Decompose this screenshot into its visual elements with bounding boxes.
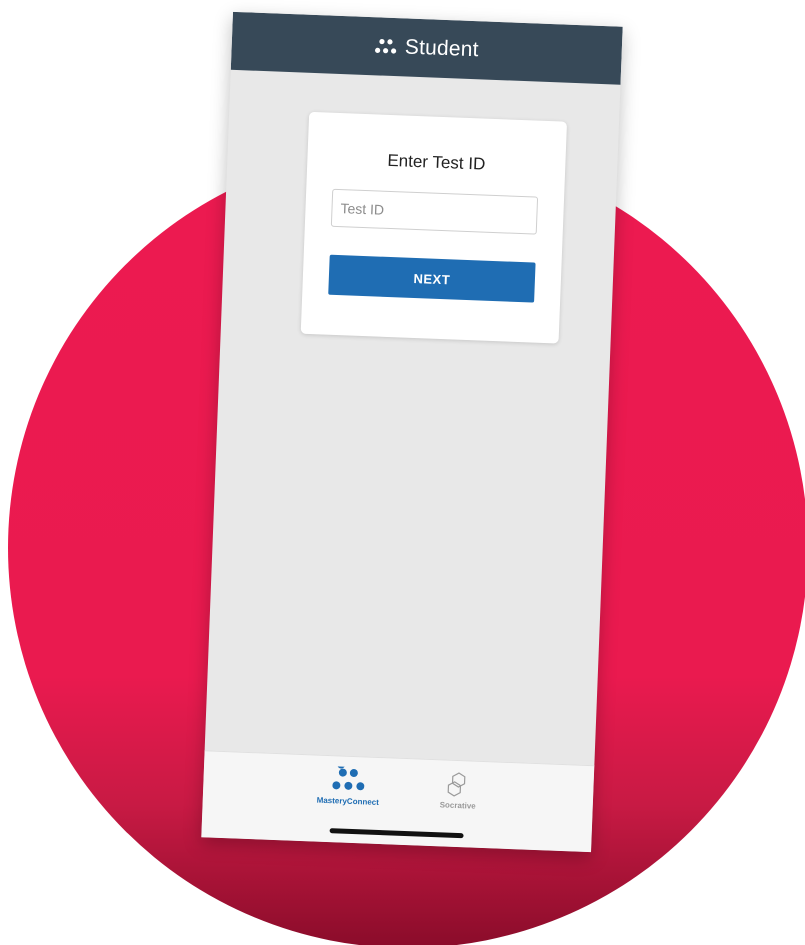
app-title: Student (404, 35, 480, 62)
home-indicator[interactable] (329, 828, 464, 839)
test-id-card: Enter Test ID NEXT (300, 111, 568, 344)
stage: Student Enter Test ID NEXT MasteryConnec… (0, 0, 805, 945)
mastery-dots-icon (375, 38, 397, 54)
phone-screen: Student Enter Test ID NEXT MasteryConnec… (201, 11, 623, 853)
card-title: Enter Test ID (387, 150, 486, 174)
next-button[interactable]: NEXT (328, 254, 536, 303)
tab-socrative[interactable]: Socrative (413, 769, 504, 811)
test-id-input[interactable] (330, 188, 539, 235)
socrative-icon (447, 772, 466, 797)
masteryconnect-icon (332, 766, 365, 791)
tab-label-masteryconnect: MasteryConnect (316, 795, 380, 807)
app-header: Student (230, 11, 623, 85)
tab-masteryconnect[interactable]: MasteryConnect (303, 765, 394, 807)
bottom-tab-bar: MasteryConnect Socrative (201, 750, 595, 853)
tab-label-socrative: Socrative (439, 800, 476, 811)
